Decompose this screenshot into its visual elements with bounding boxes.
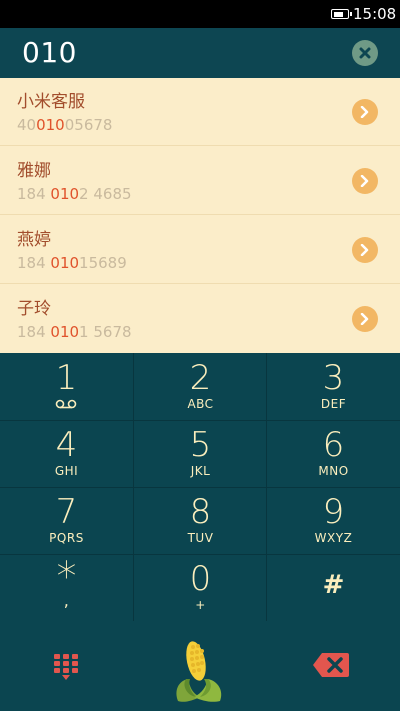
contact-name: 小米客服 <box>17 92 85 112</box>
bottom-action-bar <box>0 621 400 711</box>
key-digit: 0 <box>189 559 212 599</box>
keypad-divider <box>0 554 400 555</box>
contact-name: 子玲 <box>17 299 51 319</box>
dialpad-toggle-button[interactable] <box>53 653 79 681</box>
key-letters: , <box>63 591 70 610</box>
contact-number: 184 0101 5678 <box>17 323 132 341</box>
contact-name: 燕婷 <box>17 230 51 250</box>
clear-input-button[interactable] <box>352 40 378 66</box>
key-letters: ABC <box>187 397 214 411</box>
backspace-button[interactable] <box>312 652 350 678</box>
chevron-right-icon <box>360 313 369 325</box>
key-digit: 3 <box>322 358 345 398</box>
key-hash[interactable]: # <box>267 554 400 621</box>
key-digit: 9 <box>322 492 345 532</box>
backspace-icon <box>313 653 349 677</box>
key-letters: GHI <box>54 464 79 478</box>
key-3[interactable]: 3 DEF <box>267 353 400 420</box>
key-digit: 1 <box>55 358 78 398</box>
contact-name: 雅娜 <box>17 161 51 181</box>
battery-icon <box>331 9 352 19</box>
key-star[interactable]: * , <box>0 554 133 621</box>
status-time: 15:08 <box>353 5 397 23</box>
key-4[interactable]: 4 GHI <box>0 420 133 487</box>
key-letters: + <box>195 598 206 612</box>
chevron-right-icon <box>360 244 369 256</box>
key-letters: JKL <box>190 464 211 478</box>
chevron-right-icon <box>360 106 369 118</box>
corn-call-icon <box>176 641 222 702</box>
call-button[interactable] <box>172 635 224 705</box>
key-digit: 7 <box>55 492 78 532</box>
key-0[interactable]: 0 + <box>134 554 267 621</box>
contact-detail-button[interactable] <box>352 168 378 194</box>
contact-result-row[interactable]: 燕婷 184 01015689 <box>0 216 400 284</box>
voicemail-icon <box>55 399 77 409</box>
key-letters: PQRS <box>49 531 84 545</box>
contact-result-row[interactable]: 雅娜 184 0102 4685 <box>0 147 400 215</box>
key-8[interactable]: 8 TUV <box>134 487 267 554</box>
chevron-right-icon <box>360 175 369 187</box>
key-digit: 5 <box>189 425 212 465</box>
key-1[interactable]: 1 <box>0 353 133 420</box>
contact-result-row[interactable]: 小米客服 4001005678 <box>0 78 400 146</box>
dial-input-bar: 010 <box>0 28 400 78</box>
key-letters: MNO <box>318 464 349 478</box>
keypad-divider <box>0 420 400 421</box>
dialed-number[interactable]: 010 <box>22 36 77 70</box>
contact-number: 4001005678 <box>17 116 113 134</box>
clear-circle-icon <box>359 47 371 59</box>
key-6[interactable]: 6 MNO <box>267 420 400 487</box>
contact-number: 184 01015689 <box>17 254 127 272</box>
contact-results-list: 小米客服 4001005678 雅娜 184 0102 4685 燕婷 184 … <box>0 78 400 353</box>
contact-number: 184 0102 4685 <box>17 185 132 203</box>
key-digit: 4 <box>55 425 78 465</box>
key-5[interactable]: 5 JKL <box>134 420 267 487</box>
status-bar: 15:08 <box>0 0 400 28</box>
key-2[interactable]: 2 ABC <box>134 353 267 420</box>
key-digit: 6 <box>322 425 345 465</box>
key-letters: TUV <box>187 531 214 545</box>
contact-detail-button[interactable] <box>352 306 378 332</box>
keypad-divider <box>0 487 400 488</box>
contact-detail-button[interactable] <box>352 237 378 263</box>
key-digit: 8 <box>189 492 212 532</box>
key-letters: DEF <box>320 397 347 411</box>
key-7[interactable]: 7 PQRS <box>0 487 133 554</box>
key-9[interactable]: 9 WXYZ <box>267 487 400 554</box>
key-letters: WXYZ <box>314 531 353 545</box>
dialpad-grid-icon <box>54 654 78 680</box>
key-digit: 2 <box>189 358 212 398</box>
contact-result-row[interactable]: 子玲 184 0101 5678 <box>0 285 400 353</box>
contact-detail-button[interactable] <box>352 99 378 125</box>
key-digit: # <box>322 570 345 600</box>
